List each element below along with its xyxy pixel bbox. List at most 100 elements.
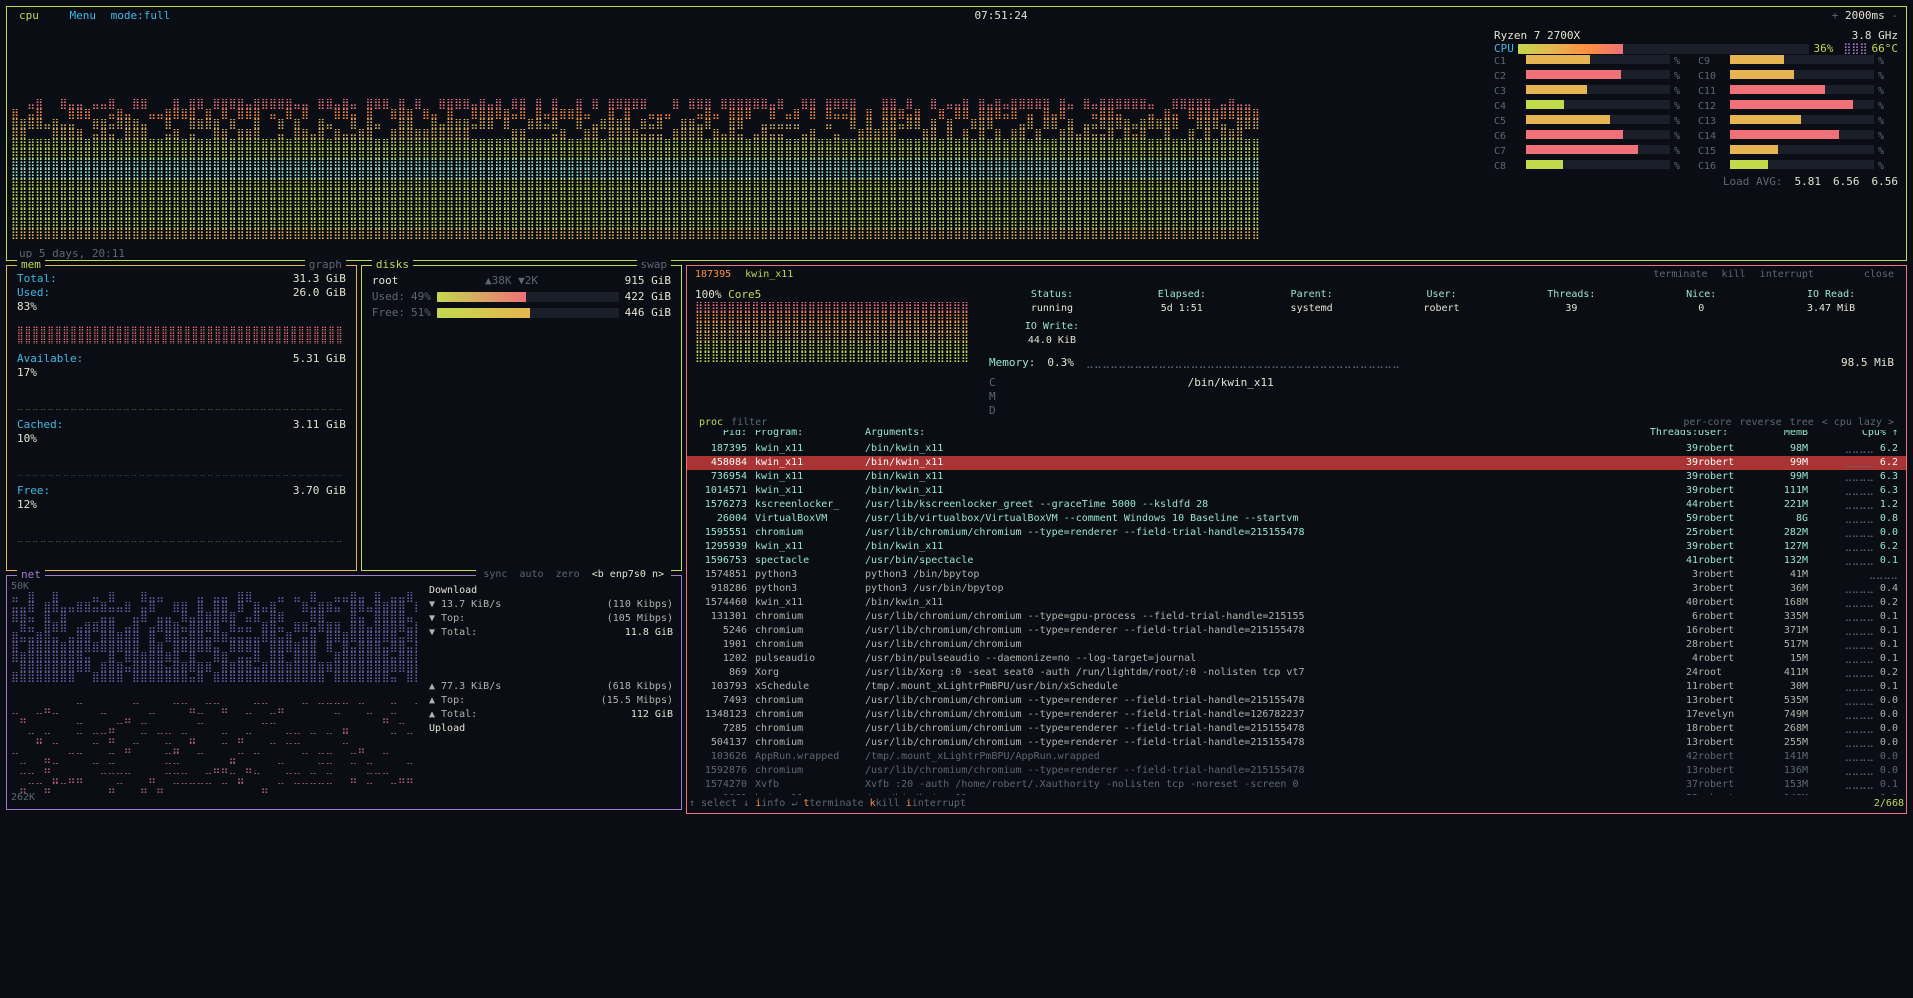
table-row[interactable]: 1901chromium/usr/lib/chromium/chromium28… bbox=[687, 638, 1906, 652]
mem-used-v: 26.0 GiB bbox=[293, 286, 346, 300]
table-row[interactable]: 5246chromium/usr/lib/chromium/chromium -… bbox=[687, 624, 1906, 638]
pd-core-pct: 100% bbox=[695, 288, 722, 301]
table-row[interactable]: 131301chromium/usr/lib/chromium/chromium… bbox=[687, 610, 1906, 624]
table-row[interactable]: 187395kwin_x11/bin/kwin_x1139 robert98M⣀… bbox=[687, 442, 1906, 456]
net-up-l: Upload bbox=[429, 722, 673, 736]
footer-interrupt[interactable]: interrupt bbox=[912, 798, 966, 809]
table-row[interactable]: 1014571kwin_x11/bin/kwin_x1139 robert111… bbox=[687, 484, 1906, 498]
table-row[interactable]: 736954kwin_x11/bin/kwin_x1139 robert99M⣀… bbox=[687, 470, 1906, 484]
reverse-toggle[interactable]: reverse bbox=[1740, 416, 1782, 430]
mode-button[interactable]: mode:full bbox=[111, 9, 171, 22]
net-down-l: Download bbox=[429, 584, 673, 598]
refresh-rate: 2000ms bbox=[1845, 9, 1885, 22]
menu-button[interactable]: Menu bbox=[70, 9, 97, 22]
net-down-top-v: (105 Mibps) bbox=[607, 612, 673, 626]
mem-cached-v: 3.11 GiB bbox=[293, 418, 346, 432]
mem-free-pct: 12% bbox=[17, 498, 346, 512]
disk-used-bar bbox=[437, 292, 619, 302]
table-row[interactable]: 7493chromium/usr/lib/chromium/chromium -… bbox=[687, 694, 1906, 708]
tree-toggle[interactable]: tree bbox=[1790, 416, 1814, 430]
cpu-tab[interactable]: cpu bbox=[15, 9, 43, 22]
disk-free-v: 446 GiB bbox=[625, 306, 671, 320]
mem-total-v: 31.3 GiB bbox=[293, 272, 346, 286]
net-zero[interactable]: zero bbox=[556, 569, 580, 580]
net-down-rate: ▼ 13.7 KiB/s bbox=[429, 598, 501, 612]
cpu-temp: 66°C bbox=[1872, 42, 1899, 55]
uptime: up 5 days, 20:11 bbox=[7, 243, 1906, 265]
table-row[interactable]: 869Xorg/usr/lib/Xorg :0 -seat seat0 -aut… bbox=[687, 666, 1906, 680]
table-row[interactable]: 1574851python3python3 /bin/bpytop3 rober… bbox=[687, 568, 1906, 582]
table-row[interactable]: 103793xSchedule/tmp/.mount_xLightrPmBPU/… bbox=[687, 680, 1906, 694]
col-prog[interactable]: Program: bbox=[755, 426, 865, 440]
table-row[interactable]: 1348123chromium/usr/lib/chromium/chromiu… bbox=[687, 708, 1906, 722]
disk-used-l: Used: bbox=[372, 290, 405, 304]
clock: 07:51:24 bbox=[975, 9, 1028, 23]
table-row[interactable]: 1295939kwin_x11/bin/kwin_x1139 robert127… bbox=[687, 540, 1906, 554]
table-row[interactable]: 1574270XvfbXvfb :20 -auth /home/robert/.… bbox=[687, 778, 1906, 792]
net-sync[interactable]: sync bbox=[483, 569, 507, 580]
load-15: 6.56 bbox=[1872, 175, 1899, 188]
swap-toggle[interactable]: swap bbox=[637, 258, 672, 272]
net-up-total-l: ▲ Total: bbox=[429, 708, 477, 722]
net-controls: sync auto zero <b enp7s0 n> bbox=[476, 568, 671, 582]
sort-selector[interactable]: < cpu lazy > bbox=[1822, 416, 1894, 430]
proc-tab[interactable]: proc bbox=[699, 416, 723, 430]
cpu-history-graph: ⠀⠀⣤⣿⠀⠀⣿⣤⣤⠀⣤⣤⣿⠀⠀⣿⣿⠀⠀⠀⣿⠀⣿⣿⠀⣿⣿⣿⣿⣤⣿⣿⣿⣿⣿⣤⣤⠀⣿⣿… bbox=[7, 25, 1486, 243]
net-up-rate2: (618 Kibps) bbox=[607, 680, 673, 694]
pd-terminate[interactable]: terminate bbox=[1653, 269, 1707, 280]
table-row[interactable]: 1595551chromium/usr/lib/chromium/chromiu… bbox=[687, 526, 1906, 540]
mem-cached-pct: 10% bbox=[17, 432, 346, 446]
table-row[interactable]: 918286python3python3 /usr/bin/bpytop3 ro… bbox=[687, 582, 1906, 596]
load-1: 5.81 bbox=[1795, 175, 1822, 188]
disk-used-pct: 49% bbox=[411, 290, 431, 304]
table-row[interactable]: 1574460kwin_x11/bin/kwin_x1140 robert168… bbox=[687, 596, 1906, 610]
net-up-top-l: ▲ Top: bbox=[429, 694, 465, 708]
net-iface[interactable]: <b enp7s0 n> bbox=[592, 569, 664, 580]
pd-name: kwin_x11 bbox=[745, 269, 793, 280]
table-row[interactable]: 1596753spectacle/usr/bin/spectacle41 rob… bbox=[687, 554, 1906, 568]
pd-kill[interactable]: kill bbox=[1722, 269, 1746, 280]
pd-close[interactable]: close bbox=[1864, 269, 1894, 280]
table-row[interactable]: 504137chromium/usr/lib/chromium/chromium… bbox=[687, 736, 1906, 750]
table-row[interactable]: 7285chromium/usr/lib/chromium/chromium -… bbox=[687, 722, 1906, 736]
pd-mem-pct: 0.3% bbox=[1047, 356, 1074, 370]
table-row[interactable]: 1592876chromium/usr/lib/chromium/chromiu… bbox=[687, 764, 1906, 778]
disk-total: 915 GiB bbox=[625, 274, 671, 288]
filter-tab[interactable]: filter bbox=[731, 416, 767, 430]
table-row[interactable]: 1576273kscreenlocker_/usr/lib/kscreenloc… bbox=[687, 498, 1906, 512]
disk-title: disks bbox=[372, 258, 413, 272]
footer-kill[interactable]: kill bbox=[876, 798, 900, 809]
refresh-minus[interactable]: - bbox=[1891, 9, 1898, 22]
cpu-panel: cpu Menu mode:full 07:51:24 + 2000ms - ⠀… bbox=[6, 6, 1907, 261]
mem-cached-l: Cached: bbox=[17, 418, 63, 432]
net-down-total-l: ▼ Total: bbox=[429, 626, 477, 640]
table-row[interactable]: 1202pulseaudio/usr/bin/pulseaudio --daem… bbox=[687, 652, 1906, 666]
load-5: 6.56 bbox=[1833, 175, 1860, 188]
mem-title: mem bbox=[17, 258, 45, 272]
mem-graph-toggle[interactable]: graph bbox=[305, 258, 346, 272]
refresh-plus[interactable]: + bbox=[1832, 9, 1839, 22]
disk-panel: disks swap root▲38K ▼2K915 GiB Used:49%4… bbox=[361, 265, 682, 571]
table-row[interactable]: 458084kwin_x11/bin/kwin_x1139 robert99M⣀… bbox=[687, 456, 1906, 470]
table-row[interactable]: 103626AppRun.wrapped/tmp/.mount_xLightrP… bbox=[687, 750, 1906, 764]
net-auto[interactable]: auto bbox=[520, 569, 544, 580]
mem-total-l: Total: bbox=[17, 272, 57, 286]
disk-free-pct: 51% bbox=[411, 306, 431, 320]
net-down-rate2: (110 Kibps) bbox=[607, 598, 673, 612]
disk-used-v: 422 GiB bbox=[625, 290, 671, 304]
footer-info: info ↵ bbox=[761, 798, 797, 809]
proc-list[interactable]: 187395kwin_x11/bin/kwin_x1139 robert98M⣀… bbox=[687, 442, 1906, 795]
mem-used-l: Used: bbox=[17, 286, 50, 300]
pd-interrupt[interactable]: interrupt bbox=[1760, 269, 1814, 280]
net-graph: 50K 262K ⣤⠀⣿⠀⠀⣿⠀⠀⠀⠀⣤⠀⣿⠀⠀⠀⣿⣤⣤⠀⠀⠀⠀⣤⠀⣤⣤⠀⣿⣿⠀… bbox=[7, 576, 421, 809]
pd-pid: 187395 bbox=[695, 269, 731, 280]
col-args[interactable]: Arguments: bbox=[865, 426, 1638, 440]
mem-free-v: 3.70 GiB bbox=[293, 484, 346, 498]
percore-toggle[interactable]: per-core bbox=[1683, 416, 1731, 430]
table-row[interactable]: 26004VirtualBoxVM/usr/lib/virtualbox/Vir… bbox=[687, 512, 1906, 526]
footer-terminate[interactable]: terminate bbox=[809, 798, 863, 809]
net-down-total-v: 11.8 GiB bbox=[625, 626, 673, 640]
mem-free-l: Free: bbox=[17, 484, 50, 498]
disk-free-l: Free: bbox=[372, 306, 405, 320]
cpu-total-label: CPU bbox=[1494, 42, 1514, 55]
